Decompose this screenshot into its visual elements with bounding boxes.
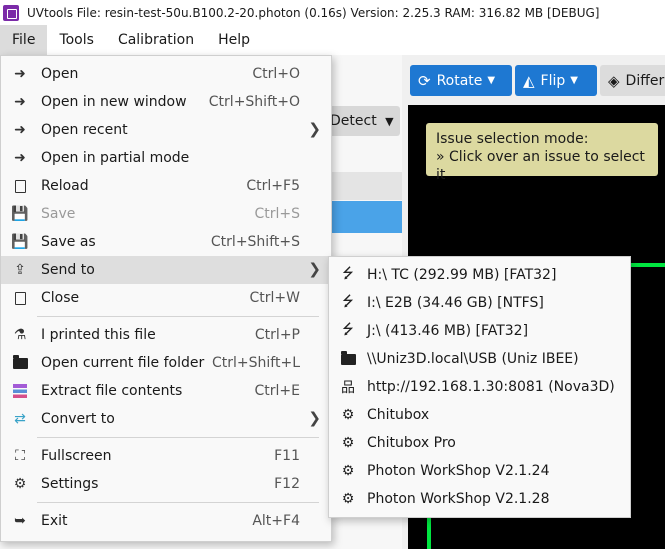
usb-icon: ⭍ <box>342 294 354 310</box>
usb-icon: ⭍ <box>342 266 354 282</box>
differences-button[interactable]: ◈ Differ <box>600 65 665 96</box>
flip-button[interactable]: ◭ Flip ▼ <box>515 65 597 96</box>
send-to-chitubox[interactable]: ⚙ Chitubox <box>329 401 630 429</box>
chevron-down-icon: ▼ <box>570 75 578 86</box>
menu-item-open-recent[interactable]: ➜ Open recent ❯ <box>1 116 331 144</box>
menu-item-open-partial[interactable]: ➜ Open in partial mode <box>1 144 331 172</box>
fullscreen-icon: ⛶ <box>15 448 25 464</box>
send-to-drive-j[interactable]: ⭍ J:\ (413.46 MB) [FAT32] <box>329 317 630 345</box>
menu-item-open-file-folder[interactable]: Open current file folder Ctrl+Shift+L <box>1 349 331 377</box>
gear-icon: ⚙ <box>13 476 27 492</box>
file-menu: ➜ Open Ctrl+O ➜ Open in new window Ctrl+… <box>0 55 332 542</box>
convert-icon: ⇄ <box>14 411 26 427</box>
menu-item-printed-this-file[interactable]: ⚗ I printed this file Ctrl+P <box>1 321 331 349</box>
menu-item-open[interactable]: ➜ Open Ctrl+O <box>1 60 331 88</box>
exit-icon: ➥ <box>14 513 26 529</box>
rotate-button[interactable]: ⟳ Rotate ▼ <box>410 65 512 96</box>
gear-icon: ⚙ <box>341 463 355 479</box>
share-icon: ⇪ <box>14 262 26 278</box>
save-icon: 💾 <box>11 234 29 250</box>
menu-separator <box>37 437 319 438</box>
sign-in-icon: ➜ <box>14 150 26 166</box>
network-icon: 品 <box>341 380 355 396</box>
send-to-nova3d[interactable]: 品 http://192.168.1.30:8081 (Nova3D) <box>329 373 630 401</box>
send-to-submenu: ⭍ H:\ TC (292.99 MB) [FAT32] ⭍ I:\ E2B (… <box>328 256 631 518</box>
chevron-right-icon: ❯ <box>308 120 321 138</box>
list-header <box>320 172 402 200</box>
send-to-chitubox-pro[interactable]: ⚙ Chitubox Pro <box>329 429 630 457</box>
menu-bar: File Tools Calibration Help <box>0 25 665 55</box>
folder-open-icon <box>11 354 29 372</box>
menu-tools[interactable]: Tools <box>47 25 106 55</box>
send-to-drive-h[interactable]: ⭍ H:\ TC (292.99 MB) [FAT32] <box>329 261 630 289</box>
chevron-right-icon: ❯ <box>308 260 321 278</box>
menu-help[interactable]: Help <box>206 25 262 55</box>
menu-item-save[interactable]: 💾 Save Ctrl+S <box>1 200 331 228</box>
send-to-photon-workshop-2128[interactable]: ⚙ Photon WorkShop V2.1.28 <box>329 485 630 513</box>
tooltip-line-2: » Click over an issue to select it <box>436 149 645 183</box>
chevron-right-icon: ❯ <box>308 409 321 427</box>
usb-icon: ⭍ <box>342 322 354 338</box>
window-title: UVtools File: resin-test-50u.B100.2-20.p… <box>27 5 600 20</box>
chevron-down-icon: ▼ <box>385 115 394 128</box>
layer-outline <box>628 263 665 267</box>
issue-selection-tooltip: Issue selection mode: » Click over an is… <box>426 123 658 183</box>
close-file-icon <box>11 289 29 307</box>
rotate-button-label: Rotate <box>436 72 483 89</box>
menu-separator <box>37 316 319 317</box>
layers-icon: ◈ <box>608 71 620 90</box>
reload-file-icon <box>11 177 29 195</box>
menu-file[interactable]: File <box>0 25 48 55</box>
folder-icon <box>339 350 357 368</box>
uvtools-logo-icon <box>3 4 19 21</box>
menu-item-extract-contents[interactable]: Extract file contents Ctrl+E <box>1 377 331 405</box>
send-to-photon-workshop-2124[interactable]: ⚙ Photon WorkShop V2.1.24 <box>329 457 630 485</box>
sign-in-icon: ➜ <box>14 122 26 138</box>
menu-item-exit[interactable]: ➥ Exit Alt+F4 <box>1 507 331 535</box>
menu-separator <box>37 502 319 503</box>
gear-icon: ⚙ <box>341 407 355 423</box>
menu-item-open-new-window[interactable]: ➜ Open in new window Ctrl+Shift+O <box>1 88 331 116</box>
tooltip-line-1: Issue selection mode: <box>436 131 589 147</box>
menu-item-convert-to[interactable]: ⇄ Convert to ❯ <box>1 405 331 433</box>
menu-item-settings[interactable]: ⚙ Settings F12 <box>1 470 331 498</box>
layers-icon <box>11 382 29 400</box>
detect-button[interactable]: Detect ▼ <box>322 106 400 136</box>
chevron-down-icon: ▼ <box>487 75 496 86</box>
menu-item-close[interactable]: Close Ctrl+W <box>1 284 331 312</box>
rotate-icon: ⟳ <box>418 71 431 90</box>
menu-item-reload[interactable]: Reload Ctrl+F5 <box>1 172 331 200</box>
menu-item-fullscreen[interactable]: ⛶ Fullscreen F11 <box>1 442 331 470</box>
flip-icon: ◭ <box>523 71 535 90</box>
detect-button-label: Detect <box>330 113 377 129</box>
sign-in-icon: ➜ <box>14 94 26 110</box>
flip-button-label: Flip <box>540 72 566 89</box>
gear-icon: ⚙ <box>341 491 355 507</box>
send-to-drive-i[interactable]: ⭍ I:\ E2B (34.46 GB) [NTFS] <box>329 289 630 317</box>
menu-calibration[interactable]: Calibration <box>106 25 206 55</box>
title-bar: UVtools File: resin-test-50u.B100.2-20.p… <box>0 0 665 25</box>
menu-item-send-to[interactable]: ⇪ Send to ❯ <box>1 256 331 284</box>
selected-list-item[interactable] <box>320 201 402 233</box>
flask-icon: ⚗ <box>13 327 27 343</box>
send-to-network-share[interactable]: \\Uniz3D.local\USB (Uniz IBEE) <box>329 345 630 373</box>
menu-item-save-as[interactable]: 💾 Save as Ctrl+Shift+S <box>1 228 331 256</box>
gear-icon: ⚙ <box>341 435 355 451</box>
sign-in-icon: ➜ <box>14 66 26 82</box>
differences-button-label: Differ <box>625 72 665 89</box>
save-icon: 💾 <box>11 206 29 222</box>
